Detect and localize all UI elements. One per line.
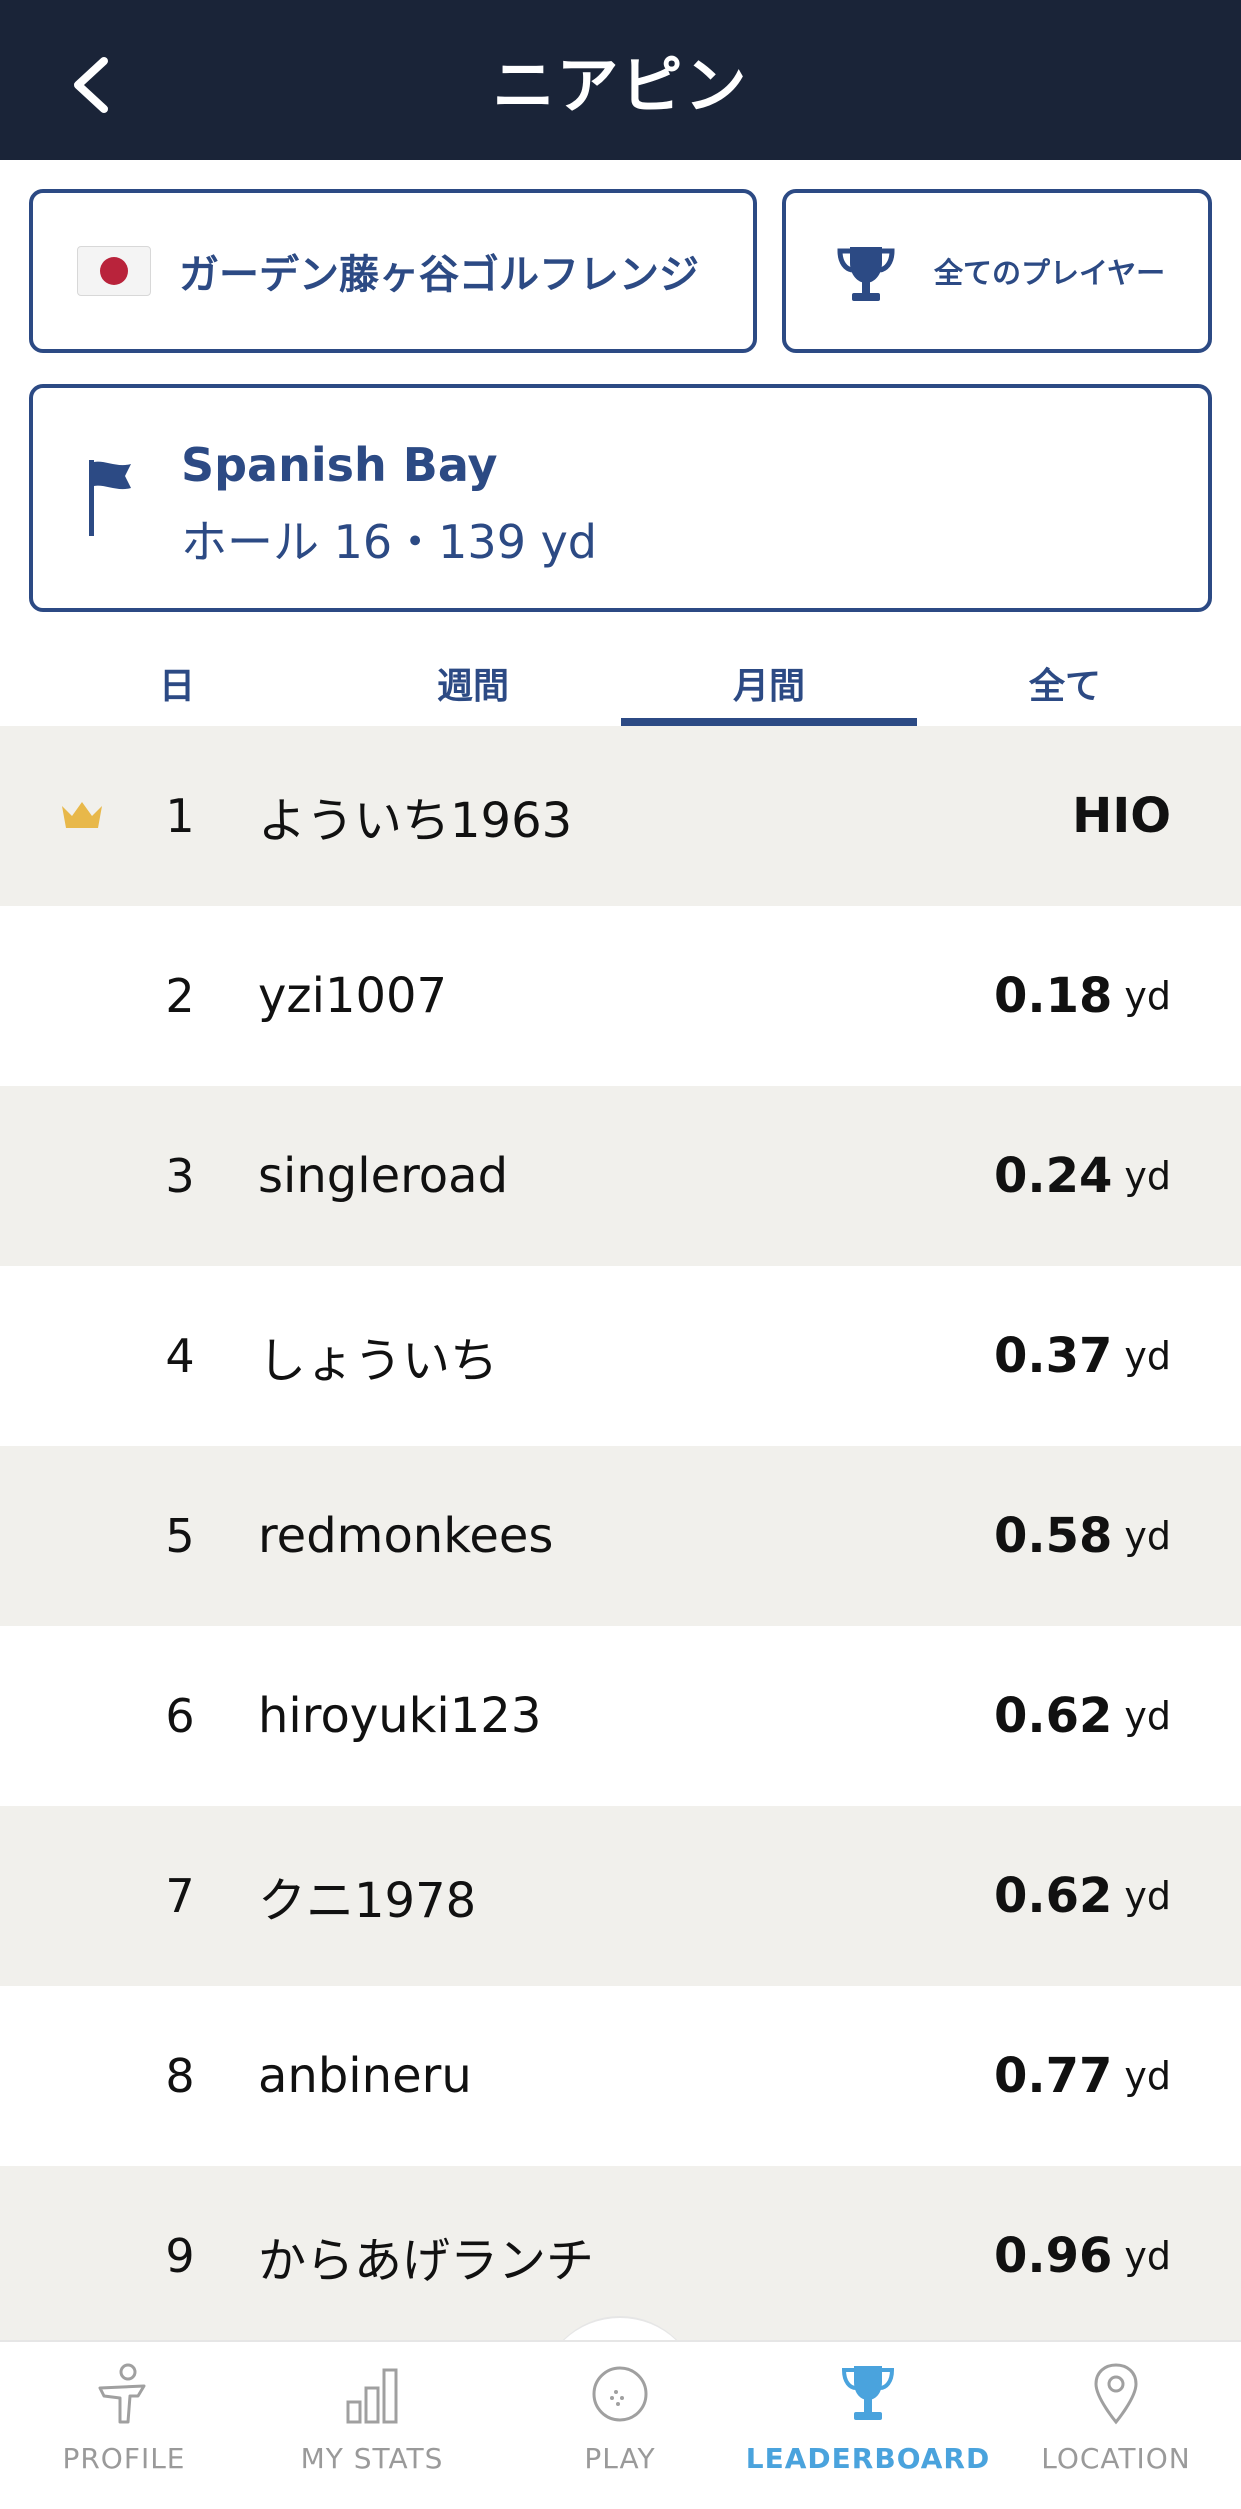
rank-number: 4: [165, 1329, 195, 1383]
players-filter[interactable]: 全てのプレイヤー: [782, 189, 1212, 353]
rank-number: 7: [165, 1869, 195, 1923]
score: 0.96 yd: [994, 2166, 1171, 2346]
range-name: ガーデン藤ヶ谷ゴルフレンジ: [179, 252, 699, 298]
score-unit: yd: [1124, 1694, 1171, 1738]
score-unit: yd: [1124, 1154, 1171, 1198]
nav-leaderboard[interactable]: LEADERBOARD: [744, 2342, 992, 2509]
bar-chart-icon: [346, 2368, 398, 2424]
hole-details: ホール 16・139 yd: [181, 515, 597, 569]
flag-icon: [89, 460, 131, 536]
players-filter-label: 全てのプレイヤー: [934, 256, 1166, 290]
trophy-icon: [841, 2366, 895, 2420]
rank-number: 1: [165, 789, 195, 843]
tab-all[interactable]: 全て: [917, 640, 1213, 726]
score: 0.62 yd: [994, 1806, 1171, 1986]
score-value: 0.18: [993, 968, 1113, 1024]
score: 0.58 yd: [994, 1446, 1171, 1626]
score-value: HIO: [1072, 788, 1171, 844]
player-name: redmonkees: [258, 1508, 554, 1564]
score: 0.37 yd: [994, 1266, 1171, 1446]
score-unit: yd: [1124, 2054, 1171, 2098]
score-value: 0.24: [993, 1148, 1113, 1204]
score-unit: yd: [1124, 1334, 1171, 1378]
tab-month[interactable]: 月間: [621, 640, 917, 726]
score-value: 0.77: [993, 2048, 1113, 2104]
trophy-icon: [837, 247, 895, 301]
leaderboard-row[interactable]: 4 しょういち 0.37 yd: [0, 1266, 1241, 1446]
nav-location[interactable]: LOCATION: [992, 2342, 1240, 2509]
player-name: しょういち: [258, 1333, 499, 1389]
rank-number: 6: [165, 1689, 195, 1743]
nav-label: LOCATION: [1041, 2442, 1191, 2475]
player-name: singleroad: [258, 1148, 509, 1204]
app-header: ニアピン: [0, 0, 1241, 160]
player-name: yzi1007: [258, 968, 448, 1024]
player-name: anbineru: [258, 2048, 472, 2104]
hole-selector[interactable]: Spanish Bay ホール 16・139 yd: [29, 384, 1212, 612]
rank-number: 9: [165, 2229, 195, 2283]
rank-number: 8: [165, 2049, 195, 2103]
score: 0.24 yd: [994, 1086, 1171, 1266]
range-selector[interactable]: ガーデン藤ヶ谷ゴルフレンジ: [29, 189, 757, 353]
score-unit: yd: [1124, 2234, 1171, 2278]
score: 0.77 yd: [994, 1986, 1171, 2166]
leaderboard-row[interactable]: 5 redmonkees 0.58 yd: [0, 1446, 1241, 1626]
leaderboard-row[interactable]: 3 singleroad 0.24 yd: [0, 1086, 1241, 1266]
player-name: よういち1963: [258, 793, 573, 849]
score-value: 0.62: [993, 1868, 1113, 1924]
player-name: からあげランチ: [258, 2233, 595, 2289]
nav-label: PLAY: [584, 2442, 656, 2475]
score-unit: yd: [1124, 974, 1171, 1018]
rank-number: 5: [165, 1509, 195, 1563]
nav-label: MY STATS: [300, 2442, 444, 2475]
leaderboard-row[interactable]: 8 anbineru 0.77 yd: [0, 1986, 1241, 2166]
tab-day[interactable]: 日: [29, 640, 325, 726]
nav-my-stats[interactable]: MY STATS: [248, 2342, 496, 2509]
rank-number: 2: [165, 969, 195, 1023]
score-unit: yd: [1124, 1514, 1171, 1558]
score-value: 0.37: [993, 1328, 1113, 1384]
score: 0.18 yd: [994, 906, 1171, 1086]
location-pin-icon: [1094, 2363, 1138, 2425]
nav-label: LEADERBOARD: [745, 2442, 991, 2475]
bottom-nav: PROFILE MY STATS PLAY LEADERBOARD LOCATI…: [0, 2340, 1241, 2509]
course-name: Spanish Bay: [181, 438, 498, 492]
player-name: クニ1978: [258, 1873, 477, 1929]
leaderboard-row[interactable]: 1 よういち1963 HIO: [0, 726, 1241, 906]
nav-label: PROFILE: [62, 2442, 186, 2475]
score-value: 0.58: [993, 1508, 1113, 1564]
golf-ball-icon: [592, 2366, 648, 2422]
crown-icon: [62, 802, 102, 828]
nav-play[interactable]: PLAY: [496, 2342, 744, 2509]
player-name: hiroyuki123: [258, 1688, 542, 1744]
rank-number: 3: [165, 1149, 195, 1203]
score-value: 0.96: [993, 2228, 1113, 2284]
score-value: 0.62: [993, 1688, 1113, 1744]
score: 0.62 yd: [994, 1626, 1171, 1806]
leaderboard-row[interactable]: 2 yzi1007 0.18 yd: [0, 906, 1241, 1086]
tab-week[interactable]: 週間: [325, 640, 621, 726]
page-title: ニアピン: [492, 49, 749, 122]
leaderboard-row[interactable]: 7 クニ1978 0.62 yd: [0, 1806, 1241, 1986]
score: HIO: [1072, 726, 1171, 906]
nav-profile[interactable]: PROFILE: [0, 2342, 248, 2509]
japan-flag-icon: [77, 246, 151, 296]
score-unit: yd: [1124, 1874, 1171, 1918]
period-tabs: 日 週間 月間 全て: [0, 640, 1241, 726]
leaderboard-row[interactable]: 6 hiroyuki123 0.62 yd: [0, 1626, 1241, 1806]
golfer-icon: [98, 2363, 146, 2424]
